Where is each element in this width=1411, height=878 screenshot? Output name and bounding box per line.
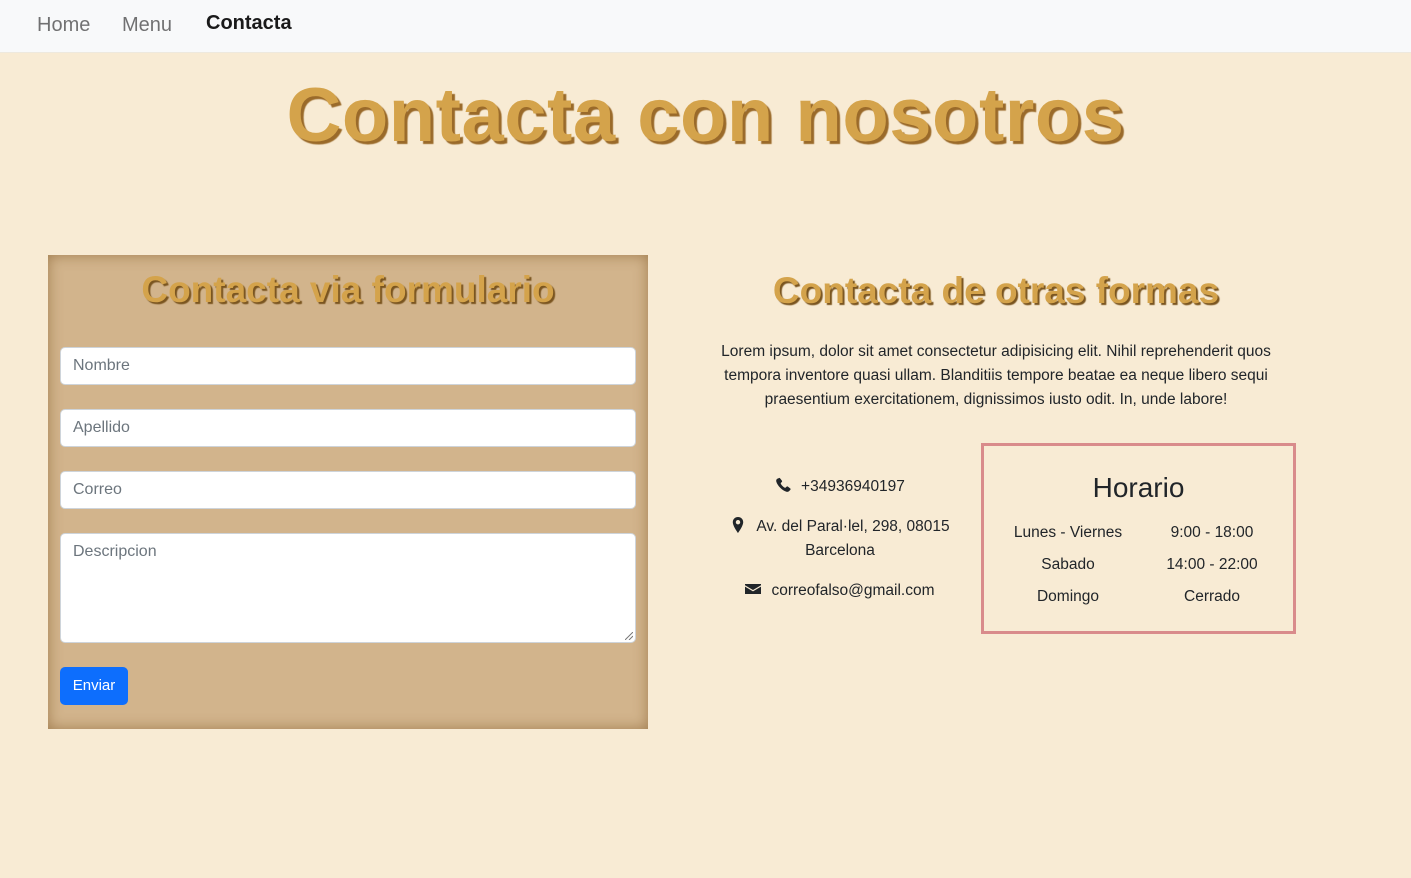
horario-title: Horario (1092, 472, 1185, 503)
address-row: Av. del Paral·lel, 298, 08015 Barcelona (700, 515, 980, 563)
email-address: correofalso@gmail.com (771, 582, 935, 599)
apellido-input[interactable]: Apellido (60, 409, 636, 447)
descripcion-textarea[interactable]: Descripcion (60, 533, 636, 643)
resize-grip-icon[interactable] (625, 632, 633, 640)
nav-contacta-link[interactable]: Contacta (206, 12, 292, 35)
map-pin-icon (733, 517, 744, 533)
phone-number: +34936940197 (801, 478, 905, 495)
other-contact-description: Lorem ipsum, dolor sit amet consectetur … (721, 343, 1271, 408)
email-row: correofalso@gmail.com (700, 579, 980, 603)
phone-row: +34936940197 (700, 475, 980, 499)
other-contact-title: Contacta de otras formas (772, 270, 1220, 311)
horario-time: 9:00 - 18:00 (1170, 524, 1254, 541)
phone-icon (776, 477, 791, 492)
nav-menu-link[interactable]: Menu (122, 14, 172, 37)
horario-box: Horario Lunes - Viernes 9:00 - 18:00 Sab… (981, 443, 1296, 634)
horario-time: 14:00 - 22:00 (1166, 556, 1258, 573)
form-title: Contacta via formulario (141, 269, 555, 310)
correo-input[interactable]: Correo (60, 471, 636, 509)
horario-day: Lunes - Viernes (1013, 524, 1123, 541)
page-title: Contacta con nosotros (286, 73, 1125, 158)
nav-home-link[interactable]: Home (37, 14, 90, 37)
nombre-input[interactable]: Nombre (60, 347, 636, 385)
address-line-2: Barcelona (805, 542, 875, 559)
address-line-1: Av. del Paral·lel, 298, 08015 (756, 518, 950, 535)
navbar: Home Menu Contacta (0, 0, 1411, 53)
horario-day: Domingo (1036, 588, 1100, 605)
descripcion-placeholder: Descripcion (73, 543, 157, 560)
horario-day: Sabado (1041, 556, 1095, 573)
horario-time: Cerrado (1184, 588, 1240, 605)
enviar-button[interactable]: Enviar (60, 667, 128, 705)
contact-form-card: Contacta via formulario Nombre Apellido … (48, 255, 648, 729)
envelope-icon (745, 584, 762, 594)
